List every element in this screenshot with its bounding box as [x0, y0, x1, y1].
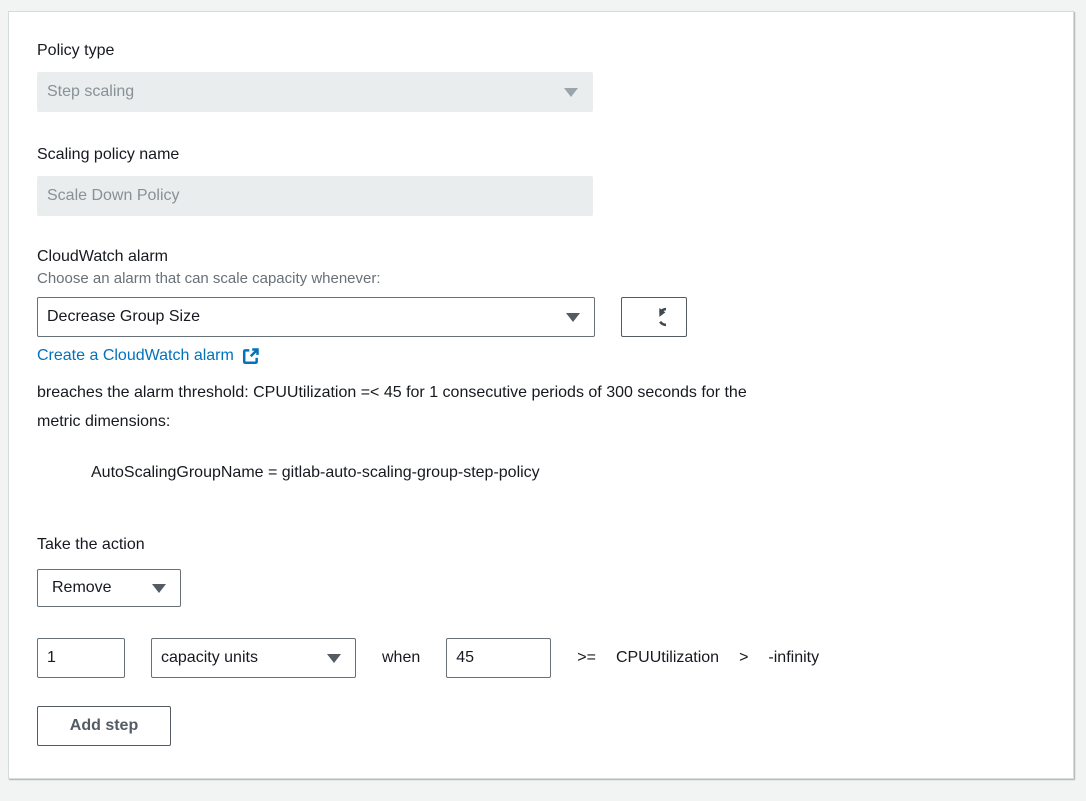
cloudwatch-alarm-hint: Choose an alarm that can scale capacity … — [37, 268, 1045, 289]
alarm-metric-dimension: AutoScalingGroupName = gitlab-auto-scali… — [91, 462, 1045, 484]
alarm-select[interactable]: Decrease Group Size — [37, 297, 595, 337]
step-scaling-policy-panel: Policy type Step scaling Scaling policy … — [8, 11, 1074, 779]
step-threshold-input[interactable] — [446, 638, 551, 678]
take-action-section: Take the action Remove capacity units wh… — [37, 534, 1045, 746]
lower-bound: -infinity — [768, 649, 819, 667]
scaling-step-row: capacity units when >= CPUUtilization > … — [37, 638, 1045, 678]
refresh-icon — [642, 305, 666, 329]
metric-name: CPUUtilization — [616, 649, 719, 667]
cloudwatch-alarm-label: CloudWatch alarm — [37, 246, 1045, 268]
chevron-down-icon — [564, 88, 578, 97]
cloudwatch-alarm-section: CloudWatch alarm Choose an alarm that ca… — [37, 246, 1045, 484]
lower-operator: > — [739, 649, 748, 667]
chevron-down-icon — [327, 654, 341, 663]
when-label: when — [382, 649, 420, 667]
external-link-icon — [241, 347, 260, 366]
action-type-value: Remove — [52, 579, 112, 597]
alarm-threshold-description: breaches the alarm threshold: CPUUtiliza… — [37, 378, 782, 436]
chevron-down-icon — [152, 584, 166, 593]
alarm-select-value: Decrease Group Size — [47, 308, 200, 326]
policy-name-input[interactable] — [37, 176, 593, 216]
policy-type-value: Step scaling — [47, 83, 134, 101]
step-unit-value: capacity units — [161, 649, 258, 667]
step-amount-input[interactable] — [37, 638, 125, 678]
create-alarm-link-row: Create a CloudWatch alarm — [37, 344, 1045, 368]
alarm-select-row: Decrease Group Size — [37, 297, 1045, 337]
policy-type-label: Policy type — [37, 40, 1045, 62]
action-type-select[interactable]: Remove — [37, 569, 181, 607]
step-unit-select[interactable]: capacity units — [151, 638, 356, 678]
policy-name-section: Scaling policy name — [37, 144, 1045, 216]
create-cloudwatch-alarm-link[interactable]: Create a CloudWatch alarm — [37, 344, 234, 368]
refresh-alarms-button[interactable] — [621, 297, 687, 337]
upper-operator: >= — [577, 649, 596, 667]
take-action-label: Take the action — [37, 534, 1045, 556]
policy-name-label: Scaling policy name — [37, 144, 1045, 166]
policy-type-section: Policy type Step scaling — [37, 40, 1045, 112]
chevron-down-icon — [566, 313, 580, 322]
policy-type-select[interactable]: Step scaling — [37, 72, 593, 112]
add-step-button[interactable]: Add step — [37, 706, 171, 746]
step-condition: >= CPUUtilization > -infinity — [577, 649, 819, 667]
